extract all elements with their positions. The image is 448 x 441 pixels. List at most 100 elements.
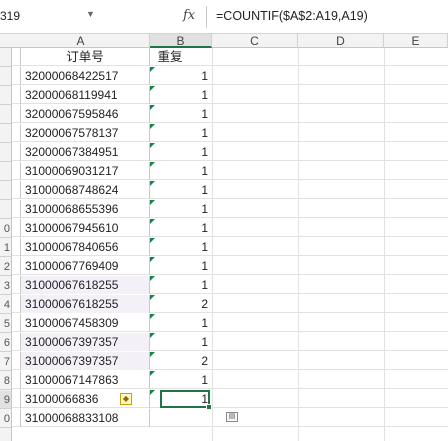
number-stored-as-text-indicator-icon (150, 276, 155, 281)
duplicate-count-cell[interactable]: 2 (150, 352, 212, 370)
column-header-d[interactable]: D (298, 34, 384, 48)
table-row: 31000069031217 1 (12, 162, 448, 180)
function-icon[interactable]: fx (183, 8, 195, 23)
duplicate-count-cell[interactable]: 1 (150, 86, 212, 104)
table-row: 32000067595846 1 (12, 105, 448, 123)
row-header[interactable]: 6 (0, 334, 11, 352)
name-box-dropdown-icon[interactable]: ▼ (86, 9, 95, 19)
number-stored-as-text-indicator-icon (150, 257, 155, 262)
table-row: 32000067384951 1 (12, 143, 448, 161)
column-header-c[interactable]: C (212, 34, 298, 48)
number-stored-as-text-indicator-icon (150, 352, 155, 357)
worksheet-grid[interactable]: 订单号 重复 32000068422517 1 32000068119941 1 320… (12, 48, 448, 441)
table-row: 31000068748624 1 (12, 181, 448, 199)
duplicate-count-cell[interactable]: 1 (150, 124, 212, 142)
row-header[interactable]: 7 (0, 353, 11, 371)
order-number-cell[interactable]: 31000067769409 (20, 257, 150, 275)
order-number-cell[interactable]: 31000067840656 (20, 238, 150, 256)
duplicate-count-cell[interactable]: 1 (150, 200, 212, 218)
row-header[interactable]: 4 (0, 296, 11, 314)
header-cell-order-number[interactable]: 订单号 (20, 48, 150, 66)
order-number-cell[interactable]: 32000067384951 (20, 143, 150, 161)
table-row: 31000067840656 1 (12, 238, 448, 256)
table-row: 31000067618255 2 (12, 295, 448, 313)
order-number-cell[interactable]: 31000068748624 (20, 181, 150, 199)
duplicate-count-cell[interactable]: 1 (150, 276, 212, 294)
table-row: 31000066836 ◆ 1 ▤ (12, 390, 448, 422)
duplicate-count-cell[interactable]: 1 (150, 314, 212, 332)
number-stored-as-text-indicator-icon (150, 143, 155, 148)
row-header[interactable] (0, 49, 11, 67)
number-stored-as-text-indicator-icon (150, 67, 155, 72)
row-header[interactable]: 0 (0, 220, 11, 238)
row-header[interactable] (0, 106, 11, 124)
active-cell-selection[interactable]: ▤ (160, 390, 238, 422)
number-stored-as-text-indicator-icon (150, 333, 155, 338)
table-row: 31000067147863 1 (12, 371, 448, 389)
row-header[interactable]: 8 (0, 372, 11, 390)
row-header[interactable]: 2 (0, 258, 11, 276)
duplicate-count-cell[interactable]: 1 (150, 181, 212, 199)
column-header-a[interactable]: A (12, 34, 150, 48)
duplicate-count-cell[interactable]: 1 (150, 219, 212, 237)
column-header-e[interactable]: E (384, 34, 448, 48)
column-header-row: A B C D E (0, 34, 448, 48)
formula-input[interactable]: =COUNTIF($A$2:A19,A19) (216, 9, 368, 23)
header-row: 订单号 重复 (12, 48, 448, 66)
table-row: 32000067578137 1 (12, 124, 448, 142)
row-header[interactable] (0, 163, 11, 181)
row-header[interactable]: 9 (0, 391, 11, 409)
order-number-cell[interactable]: 31000067945610 (20, 219, 150, 237)
order-number-cell[interactable]: 31000068833108 (20, 409, 150, 427)
order-number-cell[interactable]: 32000067595846 (20, 105, 150, 123)
duplicate-count-cell[interactable]: 1 (150, 238, 212, 256)
table-row: 31000067458309 1 (12, 314, 448, 332)
row-header[interactable] (0, 125, 11, 143)
order-number-cell[interactable]: 31000067397357 (20, 352, 150, 370)
row-header[interactable] (0, 201, 11, 219)
row-header[interactable] (0, 87, 11, 105)
error-warning-icon[interactable]: ◆ (120, 393, 132, 405)
row-header[interactable]: 1 (0, 239, 11, 257)
number-stored-as-text-indicator-icon (150, 219, 155, 224)
table-row: 31000067769409 1 (12, 257, 448, 275)
duplicate-count-cell[interactable]: 1 (150, 371, 212, 389)
order-number-cell[interactable]: 31000067458309 (20, 314, 150, 332)
duplicate-count-cell[interactable]: 2 (150, 295, 212, 313)
duplicate-count-cell[interactable]: 1 (150, 67, 212, 85)
order-number-cell[interactable]: 31000067618255 (20, 276, 150, 294)
order-number-cell[interactable]: 31000067397357 (20, 333, 150, 351)
duplicate-count-cell[interactable]: 1 (150, 257, 212, 275)
table-row: 32000068119941 1 (12, 86, 448, 104)
table-row: 32000068422517 1 (12, 67, 448, 85)
order-number-cell[interactable]: 31000067618255 (20, 295, 150, 313)
row-header[interactable] (0, 144, 11, 162)
number-stored-as-text-indicator-icon (150, 86, 155, 91)
duplicate-count-cell[interactable]: 1 (150, 333, 212, 351)
duplicate-count-cell[interactable] (150, 409, 212, 427)
table-row: 31000067945610 1 (12, 219, 448, 237)
order-number-cell[interactable]: 31000069031217 (20, 162, 150, 180)
order-number-cell[interactable]: 32000068119941 (20, 86, 150, 104)
table-row: 31000067618255 1 (12, 276, 448, 294)
order-number-cell[interactable]: 31000067147863 (20, 371, 150, 389)
name-box[interactable]: 319 (0, 9, 20, 27)
row-header[interactable]: 3 (0, 277, 11, 295)
row-header[interactable] (0, 182, 11, 200)
row-header[interactable]: 0 (0, 410, 11, 428)
row-header[interactable]: 5 (0, 315, 11, 333)
number-stored-as-text-indicator-icon (150, 314, 155, 319)
formula-bar-divider (206, 6, 207, 28)
header-cell-duplicate[interactable]: 重复 (150, 48, 190, 66)
row-header-column: 01234567890 (0, 48, 12, 441)
order-number-cell[interactable]: 32000067578137 (20, 124, 150, 142)
duplicate-count-cell[interactable]: 1 (150, 105, 212, 123)
order-number-cell[interactable]: 32000068422517 (20, 67, 150, 85)
order-number-cell[interactable]: 31000068655396 (20, 200, 150, 218)
number-stored-as-text-indicator-icon (150, 105, 155, 110)
duplicate-count-cell[interactable]: 1 (150, 162, 212, 180)
row-header[interactable] (0, 68, 11, 86)
table-row: 31000067397357 2 (12, 352, 448, 370)
duplicate-count-cell[interactable]: 1 (150, 143, 212, 161)
column-header-b[interactable]: B (150, 34, 212, 48)
